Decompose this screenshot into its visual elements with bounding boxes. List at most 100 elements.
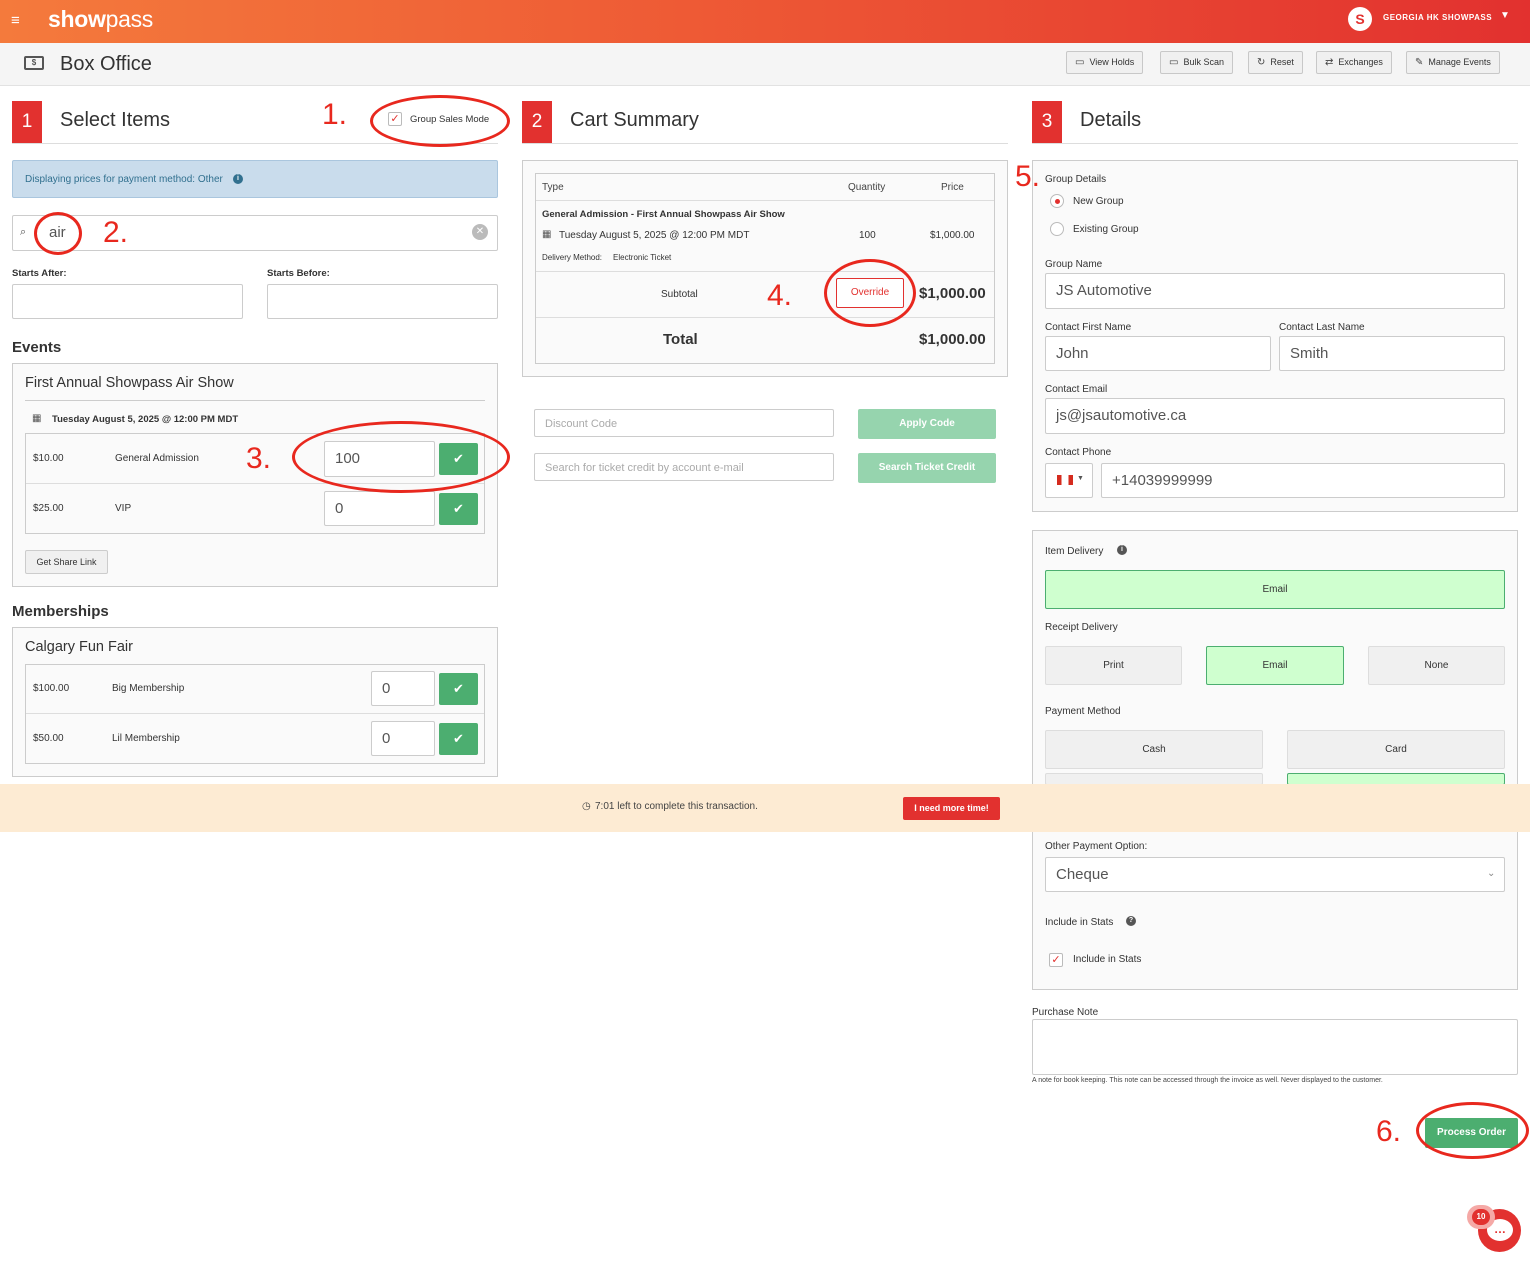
phone-label: Contact Phone xyxy=(1045,447,1112,458)
pay-card-button[interactable]: Card xyxy=(1287,730,1505,769)
ticket-credit-placeholder: Search for ticket credit by account e-ma… xyxy=(545,462,744,474)
logo-text: show xyxy=(48,6,106,32)
quantity-value: 0 xyxy=(382,680,391,697)
cart-item-quantity: 100 xyxy=(859,230,876,241)
help-icon[interactable]: ? xyxy=(1126,916,1136,926)
discount-code-input[interactable]: Discount Code xyxy=(534,409,834,437)
annotation-number: 1. xyxy=(322,98,348,131)
annotation-circle xyxy=(34,212,82,255)
email-input[interactable]: js@jsautomotive.ca xyxy=(1045,398,1505,434)
calendar-icon: ▦ xyxy=(542,229,552,240)
confirm-quantity-button[interactable]: ✔ xyxy=(439,673,478,705)
ticket-name: General Admission xyxy=(115,453,199,464)
group-details-label: Group Details xyxy=(1045,174,1107,185)
cart-item-price: $1,000.00 xyxy=(930,230,975,241)
event-name: First Annual Showpass Air Show xyxy=(25,375,234,391)
new-group-radio[interactable] xyxy=(1050,194,1064,208)
section-divider xyxy=(522,143,1008,144)
receipt-delivery-label: Receipt Delivery xyxy=(1045,622,1118,633)
annotation-number: 6. xyxy=(1376,1115,1402,1148)
delivery-method-value: Electronic Ticket xyxy=(613,253,672,262)
more-time-button[interactable]: I need more time! xyxy=(903,797,1000,820)
account-name[interactable]: GEORGIA HK SHOWPASS xyxy=(1383,13,1492,22)
pay-cash-button[interactable]: Cash xyxy=(1045,730,1263,769)
discount-code-placeholder: Discount Code xyxy=(545,418,618,430)
confirm-quantity-button[interactable]: ✔ xyxy=(439,493,478,525)
view-holds-label: View Holds xyxy=(1089,57,1135,67)
showpass-logo[interactable]: showpass xyxy=(48,6,153,33)
hamburger-menu-icon[interactable]: ≡ xyxy=(11,12,25,30)
phone-input[interactable]: +14039999999 xyxy=(1101,463,1505,498)
existing-group-radio[interactable] xyxy=(1050,222,1064,236)
annotation-number: 5. xyxy=(1015,160,1041,193)
big-membership-quantity-input[interactable]: 0 xyxy=(371,671,435,706)
new-group-label: New Group xyxy=(1073,196,1124,207)
clear-search-icon[interactable]: ✕ xyxy=(472,224,488,240)
reset-label: Reset xyxy=(1270,57,1294,67)
email-value: js@jsautomotive.ca xyxy=(1056,407,1187,424)
get-share-link-button[interactable]: Get Share Link xyxy=(25,550,108,574)
email-label: Contact Email xyxy=(1045,384,1108,395)
vip-quantity-input[interactable]: 0 xyxy=(324,491,435,526)
phone-value: +14039999999 xyxy=(1112,472,1213,489)
annotation-circle xyxy=(824,259,916,327)
chevron-down-icon: ⌄ xyxy=(1487,868,1496,879)
divider xyxy=(25,400,485,401)
events-heading: Events xyxy=(12,339,62,356)
divider xyxy=(26,713,484,714)
lil-membership-quantity-input[interactable]: 0 xyxy=(371,721,435,756)
starts-after-input[interactable] xyxy=(12,284,243,319)
group-name-input[interactable]: JS Automotive xyxy=(1045,273,1505,309)
reset-button[interactable]: ↻ Reset xyxy=(1248,51,1303,74)
membership-price: $100.00 xyxy=(33,683,70,694)
section-title-select-items: Select Items xyxy=(60,109,171,131)
bulk-scan-button[interactable]: ▭ Bulk Scan xyxy=(1160,51,1233,74)
include-stats-checkbox[interactable]: ✓ xyxy=(1049,953,1063,967)
last-name-label: Contact Last Name xyxy=(1279,322,1365,333)
first-name-value: John xyxy=(1056,345,1089,362)
account-logo-icon[interactable]: S xyxy=(1348,7,1372,31)
exchange-icon: ⇄ xyxy=(1325,57,1334,68)
confirm-quantity-button[interactable]: ✔ xyxy=(439,723,478,755)
search-ticket-credit-button[interactable]: Search Ticket Credit xyxy=(858,453,996,483)
subtotal-label: Subtotal xyxy=(661,289,698,300)
first-name-label: Contact First Name xyxy=(1045,322,1132,333)
ticket-credit-search-input[interactable]: Search for ticket credit by account e-ma… xyxy=(534,453,834,481)
cash-register-icon: $ xyxy=(24,56,44,70)
info-icon[interactable]: i xyxy=(233,174,243,184)
top-bar xyxy=(0,0,1530,43)
ticket-price: $10.00 xyxy=(33,453,64,464)
last-name-input[interactable]: Smith xyxy=(1279,336,1505,371)
event-date: Tuesday August 5, 2025 @ 12:00 PM MDT xyxy=(52,414,239,425)
info-banner-text: Displaying prices for payment method: Ot… xyxy=(25,174,223,185)
include-stats-checkbox-label: Include in Stats xyxy=(1073,954,1142,965)
canada-flag-icon xyxy=(1057,475,1073,485)
exchanges-button[interactable]: ⇄ Exchanges xyxy=(1316,51,1392,74)
annotation-number: 4. xyxy=(767,279,793,312)
event-search-input[interactable]: air xyxy=(12,215,498,251)
manage-events-button[interactable]: ✎ Manage Events xyxy=(1406,51,1500,74)
starts-before-label: Starts Before: xyxy=(267,268,330,279)
caret-down-icon[interactable]: ▼ xyxy=(1500,10,1510,21)
info-icon[interactable]: i xyxy=(1117,545,1127,555)
ticket-name: VIP xyxy=(115,503,132,514)
clock-icon: ◷ xyxy=(582,801,591,812)
other-payment-select[interactable]: Cheque xyxy=(1045,857,1505,892)
view-holds-button[interactable]: ▭ View Holds xyxy=(1066,51,1144,74)
item-delivery-email-button[interactable]: Email xyxy=(1045,570,1505,609)
apply-code-button[interactable]: Apply Code xyxy=(858,409,996,439)
first-name-input[interactable]: John xyxy=(1045,336,1271,371)
section-title-details: Details xyxy=(1080,109,1142,131)
receipt-none-button[interactable]: None xyxy=(1368,646,1505,685)
purchase-note-textarea[interactable] xyxy=(1032,1019,1518,1075)
page-title: Box Office xyxy=(60,53,152,75)
section-divider xyxy=(1032,143,1518,144)
ticket-icon: ✎ xyxy=(1415,57,1424,68)
quantity-value: 0 xyxy=(382,730,391,747)
other-payment-label: Other Payment Option: xyxy=(1045,841,1148,852)
starts-before-input[interactable] xyxy=(267,284,498,319)
total-label: Total xyxy=(663,331,698,348)
receipt-email-button[interactable]: Email xyxy=(1206,646,1344,685)
membership-name: Calgary Fun Fair xyxy=(25,639,133,655)
receipt-print-button[interactable]: Print xyxy=(1045,646,1182,685)
